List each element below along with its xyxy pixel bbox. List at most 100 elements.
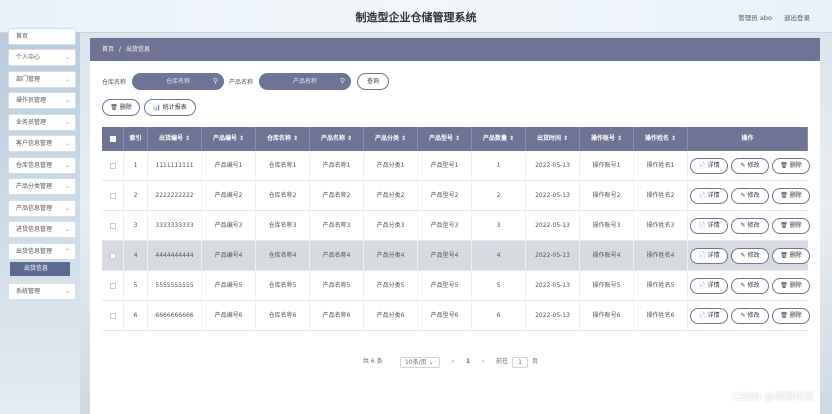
warehouse-label: 仓库名称 — [102, 79, 127, 86]
cell-product-name: 产品名称6 — [310, 301, 364, 330]
table-row[interactable]: 4 4444444444 产品编号4 仓库名称4 产品名称4 产品分类4 产品型号4 4 202… — [102, 241, 810, 271]
delete-button[interactable]: 🗑 删除 — [102, 99, 140, 116]
edit-button[interactable]: ✎ 修改 — [731, 218, 769, 234]
sidebar-item-customers[interactable]: 客户信息管理 ⌄ — [8, 135, 76, 152]
table-header: 索引 出货编号 ⇕ 产品编号 ⇕ 仓库名称 ⇕ 产品名称 ⇕ 产品分类 ⇕ 产品型号 ⇕ 产品… — [102, 127, 808, 151]
column-header-ship-no[interactable]: 出货编号 ⇕ — [148, 127, 202, 151]
cell-account: 操作账号3 — [580, 211, 634, 240]
sidebar-item-system[interactable]: 系统管理 ⌄ — [8, 283, 76, 300]
sidebar-item-profile[interactable]: 个人中心 ⌄ — [8, 49, 76, 66]
cell-model: 产品型号6 — [418, 301, 472, 330]
cell-product-name: 产品名称2 — [310, 181, 364, 210]
details-button[interactable]: 📄 详情 — [690, 248, 728, 264]
current-user: 管理员 abo — [738, 14, 772, 22]
current-page[interactable]: 1 — [466, 355, 470, 369]
chevron-down-icon: ⌄ — [64, 97, 70, 104]
sidebar-item-operators[interactable]: 操作员管理 ⌄ — [8, 92, 76, 109]
query-button[interactable]: 查询 — [357, 73, 389, 90]
column-header-product-name[interactable]: 产品名称 ⇕ — [310, 127, 364, 151]
column-header-account[interactable]: 操作账号 ⇕ — [580, 127, 634, 151]
product-search-input[interactable]: 产品名称 ⚲ — [259, 73, 351, 90]
sidebar-item-warehouses[interactable]: 仓库信息管理 ⌄ — [8, 157, 76, 174]
cell-warehouse: 仓库名称1 — [256, 151, 310, 180]
details-button[interactable]: 📄 详情 — [690, 158, 728, 174]
sidebar-item-label: 首页 — [16, 33, 29, 40]
logout-link[interactable]: 退出登录 — [784, 14, 810, 22]
row-delete-button[interactable]: 🗑 删除 — [772, 218, 810, 234]
edit-button[interactable]: ✎ 修改 — [731, 188, 769, 204]
main-content: 首页 / 出货信息 仓库名称 仓库名称 ⚲ 产品名称 产品名称 ⚲ 查询 🗑 删除 … — [90, 38, 820, 414]
column-header-model[interactable]: 产品型号 ⇕ — [418, 127, 472, 151]
sidebar-item-label: 出货信息管理 — [16, 248, 53, 255]
sidebar-item-department[interactable]: 部门管理 ⌄ — [8, 71, 76, 88]
next-page-button[interactable]: › — [482, 355, 484, 369]
details-button[interactable]: 📄 详情 — [690, 278, 728, 294]
cell-category: 产品分类6 — [364, 301, 418, 330]
details-button[interactable]: 📄 详情 — [690, 218, 728, 234]
row-checkbox[interactable] — [102, 211, 124, 240]
row-checkbox[interactable] — [102, 271, 124, 300]
sidebar-item-products[interactable]: 产品信息管理 ⌄ — [8, 200, 76, 217]
table-row[interactable]: 6 6666666666 产品编号6 仓库名称6 产品名称6 产品分类6 产品型号6 6 202… — [102, 301, 810, 331]
column-header-product-no[interactable]: 产品编号 ⇕ — [202, 127, 256, 151]
select-all-checkbox[interactable] — [102, 127, 124, 151]
cell-operator: 操作姓名2 — [634, 181, 688, 210]
edit-button[interactable]: ✎ 修改 — [731, 308, 769, 324]
column-header-operator[interactable]: 操作姓名 ⇕ — [634, 127, 688, 151]
cell-product-name: 产品名称4 — [310, 241, 364, 270]
stats-report-button[interactable]: 📊 统计报表 — [144, 99, 196, 116]
sidebar-item-inbound[interactable]: 进货信息管理 ⌄ — [8, 221, 76, 238]
column-header-time[interactable]: 出货时间 ⇕ — [526, 127, 580, 151]
content-panel: 仓库名称 仓库名称 ⚲ 产品名称 产品名称 ⚲ 查询 🗑 删除 📊 统计报表 索… — [90, 61, 820, 414]
table-row[interactable]: 5 5555555555 产品编号5 仓库名称5 产品名称5 产品分类5 产品型号5 5 202… — [102, 271, 810, 301]
stats-report-label: 统计报表 — [162, 104, 187, 111]
cell-operator: 操作姓名5 — [634, 271, 688, 300]
row-checkbox[interactable] — [102, 241, 124, 270]
row-checkbox[interactable] — [102, 151, 124, 180]
sidebar-item-categories[interactable]: 产品分类管理 ⌄ — [8, 178, 76, 195]
details-button[interactable]: 📄 详情 — [690, 308, 728, 324]
sidebar-item-label: 操作员管理 — [16, 97, 47, 104]
row-checkbox[interactable] — [102, 181, 124, 210]
row-checkbox[interactable] — [102, 301, 124, 330]
sidebar-item-label: 产品信息管理 — [16, 205, 53, 212]
sidebar-item-salespeople[interactable]: 业务员管理 ⌄ — [8, 114, 76, 131]
page-size-select[interactable]: 10条/页 ⌄ — [400, 356, 440, 368]
prev-page-button[interactable]: ‹ — [452, 355, 454, 369]
goto-page-input[interactable]: 1 — [512, 356, 528, 368]
sidebar-subitem-outbound-info[interactable]: 出货信息 — [10, 262, 70, 276]
row-delete-button[interactable]: 🗑 删除 — [772, 308, 810, 324]
cell-account: 操作账号1 — [580, 151, 634, 180]
product-label: 产品名称 — [229, 79, 254, 86]
details-button[interactable]: 📄 详情 — [690, 188, 728, 204]
row-actions: 📄 详情 ✎ 修改 🗑 删除 — [688, 271, 810, 300]
row-delete-button[interactable]: 🗑 删除 — [772, 158, 810, 174]
warehouse-search-input[interactable]: 仓库名称 ⚲ — [132, 73, 224, 90]
edit-button[interactable]: ✎ 修改 — [731, 278, 769, 294]
row-delete-button[interactable]: 🗑 删除 — [772, 278, 810, 294]
chevron-down-icon: ⌄ — [64, 76, 70, 83]
table-row[interactable]: 2 2222222222 产品编号2 仓库名称2 产品名称2 产品分类2 产品型号2 2 202… — [102, 181, 810, 211]
cell-quantity: 2 — [472, 181, 526, 210]
sidebar-item-label: 业务员管理 — [16, 119, 47, 126]
edit-button[interactable]: ✎ 修改 — [731, 248, 769, 264]
column-header-quantity[interactable]: 产品数量 ⇕ — [472, 127, 526, 151]
table-row[interactable]: 3 3333333333 产品编号3 仓库名称3 产品名称3 产品分类3 产品型号3 3 202… — [102, 211, 810, 241]
sidebar-item-home[interactable]: 首页 — [8, 28, 76, 45]
column-header-warehouse[interactable]: 仓库名称 ⇕ — [256, 127, 310, 151]
cell-product-no: 产品编号1 — [202, 151, 256, 180]
cell-category: 产品分类5 — [364, 271, 418, 300]
table-row[interactable]: 1 1111111111 产品编号1 仓库名称1 产品名称1 产品分类1 产品型号1 1 202… — [102, 151, 810, 181]
row-delete-button[interactable]: 🗑 删除 — [772, 188, 810, 204]
sidebar-item-outbound[interactable]: 出货信息管理 ⌃ — [8, 243, 76, 260]
row-actions: 📄 详情 ✎ 修改 🗑 删除 — [688, 211, 810, 240]
sidebar-item-label: 仓库信息管理 — [16, 162, 53, 169]
cell-account: 操作账号6 — [580, 301, 634, 330]
edit-button[interactable]: ✎ 修改 — [731, 158, 769, 174]
breadcrumb-home[interactable]: 首页 — [102, 46, 114, 53]
trash-icon: 🗑 — [110, 104, 120, 111]
breadcrumb: 首页 / 出货信息 — [90, 38, 820, 61]
search-icon: ⚲ — [339, 77, 345, 85]
column-header-category[interactable]: 产品分类 ⇕ — [364, 127, 418, 151]
row-delete-button[interactable]: 🗑 删除 — [772, 248, 810, 264]
